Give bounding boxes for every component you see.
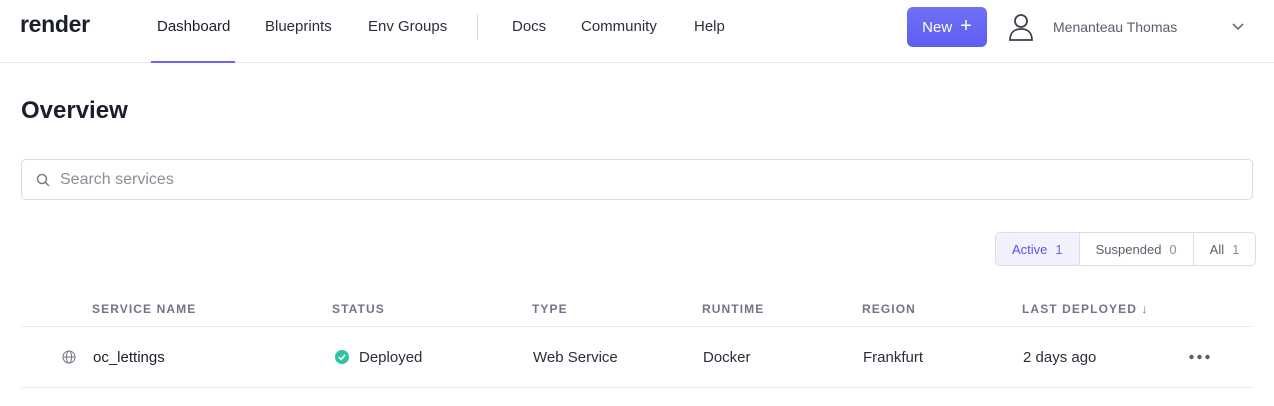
search-icon — [36, 173, 50, 187]
filter-all-count: 1 — [1232, 241, 1240, 257]
service-name[interactable]: oc_lettings — [93, 349, 165, 366]
user-icon — [1009, 14, 1033, 41]
column-header-status[interactable]: STATUS — [332, 302, 385, 316]
nav-blueprints[interactable]: Blueprints — [265, 18, 332, 62]
check-circle-icon — [335, 350, 349, 364]
filter-all[interactable]: All 1 — [1192, 233, 1256, 265]
search-input[interactable] — [60, 160, 1240, 199]
nav-community[interactable]: Community — [581, 18, 657, 62]
column-header-runtime[interactable]: RUNTIME — [702, 302, 764, 316]
filter-suspended-label: Suspended — [1095, 241, 1162, 257]
service-status: Deployed — [359, 349, 423, 366]
nav-divider — [477, 14, 478, 40]
nav-env-groups[interactable]: Env Groups — [368, 18, 447, 62]
table-header-divider — [21, 326, 1253, 327]
service-filter-group: Active 1 Suspended 0 All 1 — [995, 232, 1257, 266]
service-type: Web Service — [533, 349, 618, 366]
user-avatar[interactable] — [1000, 6, 1042, 48]
service-region: Frankfurt — [863, 349, 924, 366]
service-runtime: Docker — [703, 349, 751, 366]
user-name[interactable]: Menanteau Thomas — [1053, 19, 1177, 35]
page-title: Overview — [21, 97, 128, 124]
filter-all-label: All — [1209, 241, 1225, 257]
column-header-type[interactable]: TYPE — [532, 302, 568, 316]
nav-dashboard[interactable]: Dashboard — [157, 18, 230, 62]
service-last-deployed: 2 days ago — [1023, 349, 1097, 366]
render-logo[interactable]: render — [20, 11, 90, 38]
globe-icon — [62, 350, 76, 364]
filter-active[interactable]: Active 1 — [996, 233, 1079, 265]
filter-suspended-count: 0 — [1169, 241, 1177, 257]
column-header-region[interactable]: REGION — [862, 302, 916, 316]
new-button[interactable]: New + — [907, 7, 987, 47]
search-box[interactable] — [21, 159, 1253, 200]
nav-docs[interactable]: Docs — [512, 18, 546, 62]
filter-active-label: Active — [1012, 241, 1048, 257]
table-row-divider — [21, 387, 1253, 388]
more-horizontal-icon[interactable] — [1188, 353, 1211, 361]
plus-icon: + — [960, 15, 972, 37]
column-header-service-name[interactable]: SERVICE NAME — [92, 302, 196, 316]
new-button-label: New — [922, 18, 953, 36]
top-header: render Dashboard Blueprints Env Groups D… — [0, 0, 1274, 63]
nav-help[interactable]: Help — [694, 18, 725, 62]
filter-suspended[interactable]: Suspended 0 — [1078, 233, 1193, 265]
chevron-down-icon[interactable] — [1230, 20, 1246, 34]
active-nav-indicator — [151, 61, 235, 63]
filter-active-count: 1 — [1055, 241, 1063, 257]
column-header-last-deployed[interactable]: LAST DEPLOYED ↓ — [1022, 302, 1149, 316]
